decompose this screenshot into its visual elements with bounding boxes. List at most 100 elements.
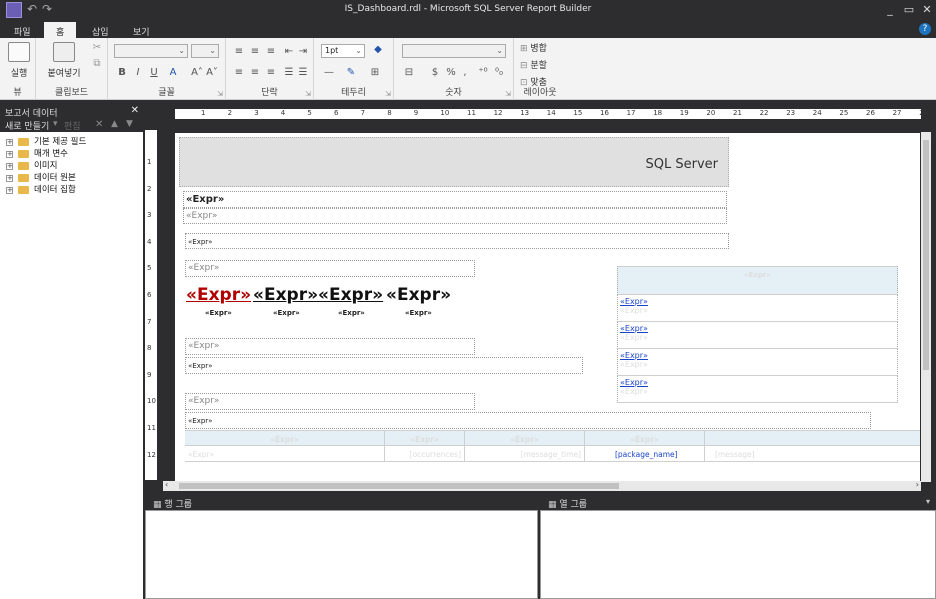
increase-decimal-icon[interactable]: ⁺⁰: [476, 67, 490, 78]
font-launcher-icon[interactable]: ⇲: [217, 90, 223, 98]
column-header[interactable]: «Expr»: [385, 431, 465, 447]
tab-view[interactable]: 보기: [121, 22, 162, 38]
scroll-left-icon[interactable]: ‹: [165, 480, 168, 489]
split-button[interactable]: ⊟ 분할: [520, 58, 547, 71]
tree-item-images[interactable]: + 이미지: [0, 160, 143, 172]
kpi-value-4[interactable]: «Expr»: [386, 285, 451, 305]
expr-textbox-6[interactable]: «Expr»: [185, 412, 871, 429]
number-format-combo[interactable]: ⌄: [402, 44, 506, 58]
row-groups-pane[interactable]: [145, 510, 538, 599]
maximize-button[interactable]: ▭: [902, 3, 916, 16]
side-table-link[interactable]: «Expr»: [620, 351, 895, 360]
expr-textbox-3[interactable]: «Expr»: [185, 338, 475, 355]
groups-dropdown-icon[interactable]: ▾: [926, 497, 930, 506]
column-header[interactable]: «Expr»: [585, 431, 705, 447]
table-cell[interactable]: «Expr»: [185, 446, 385, 462]
help-icon[interactable]: ?: [919, 23, 931, 35]
side-table-row[interactable]: «Expr» «Expr»: [617, 322, 898, 349]
borders-icon[interactable]: ⊞: [368, 67, 382, 78]
new-button[interactable]: 새로 만들기: [5, 119, 49, 132]
title-expr-textbox[interactable]: «Expr»: [183, 191, 727, 208]
tab-insert[interactable]: 삽입: [80, 22, 121, 38]
comma-button[interactable]: ,: [458, 67, 472, 78]
fill-color-icon[interactable]: ◆: [371, 44, 385, 55]
kpi-label-4[interactable]: «Expr»: [405, 309, 432, 317]
expr-textbox-1[interactable]: «Expr»: [185, 233, 729, 249]
numbering-icon[interactable]: ☰: [296, 67, 310, 78]
number-launcher-icon[interactable]: ⇲: [505, 90, 511, 98]
expand-icon[interactable]: +: [6, 175, 13, 182]
side-table-link[interactable]: «Expr»: [620, 378, 895, 387]
expr-textbox-2[interactable]: «Expr»: [185, 260, 475, 277]
align-middle-icon[interactable]: ≡: [248, 46, 262, 57]
side-table-header[interactable]: «Expr»: [617, 266, 898, 295]
tree-item-data-sources[interactable]: + 데이터 원본: [0, 172, 143, 184]
move-up-icon[interactable]: ▲: [111, 119, 118, 129]
new-dropdown-icon[interactable]: ▾: [53, 119, 58, 129]
side-table-row[interactable]: «Expr» «Expr»: [617, 349, 898, 376]
tree-item-datasets[interactable]: + 데이터 집합: [0, 184, 143, 196]
column-header[interactable]: «Expr»: [465, 431, 585, 447]
edit-button[interactable]: 편집: [64, 119, 81, 132]
side-table-row[interactable]: «Expr» «Expr»: [617, 295, 898, 322]
align-bottom-icon[interactable]: ≡: [264, 46, 278, 57]
align-center-icon[interactable]: ≡: [248, 67, 262, 78]
kpi-value-2[interactable]: «Expr»: [253, 285, 318, 305]
copy-icon[interactable]: ⧉: [90, 58, 104, 69]
italic-button[interactable]: I: [131, 67, 145, 78]
subtitle-expr-textbox[interactable]: «Expr»: [183, 208, 727, 224]
side-table-link[interactable]: «Expr»: [620, 324, 895, 333]
grow-font-button[interactable]: A˄: [190, 67, 204, 78]
column-groups-pane[interactable]: [540, 510, 936, 599]
vertical-scrollbar[interactable]: [921, 132, 931, 482]
kpi-label-3[interactable]: «Expr»: [338, 309, 365, 317]
paste-button[interactable]: 붙여넣기: [44, 42, 84, 79]
decrease-decimal-icon[interactable]: ⁰₀: [492, 67, 506, 78]
percent-button[interactable]: %: [444, 67, 458, 78]
table-cell[interactable]: [message]: [705, 446, 920, 462]
underline-button[interactable]: U: [147, 67, 161, 78]
paragraph-launcher-icon[interactable]: ⇲: [305, 90, 311, 98]
border-size-combo[interactable]: 1pt ⌄: [321, 44, 365, 58]
indent-increase-icon[interactable]: ⇥: [296, 46, 310, 57]
run-button[interactable]: 실행: [6, 42, 32, 79]
side-table-row[interactable]: «Expr» «Expr»: [617, 376, 898, 403]
messages-table-row[interactable]: «Expr» [occurrences] [message_time] [pac…: [185, 446, 920, 462]
scroll-right-icon[interactable]: ›: [916, 480, 919, 489]
cut-icon[interactable]: ✂: [90, 42, 104, 53]
expand-icon[interactable]: +: [6, 139, 13, 146]
delete-icon[interactable]: ✕: [95, 119, 103, 130]
expr-textbox-5[interactable]: «Expr»: [185, 393, 475, 410]
table-cell[interactable]: [occurrences]: [385, 446, 465, 462]
scrollbar-thumb[interactable]: [923, 140, 929, 370]
table-cell[interactable]: [message_time]: [465, 446, 585, 462]
align-right-icon[interactable]: ≡: [264, 67, 278, 78]
tab-home[interactable]: 홈: [44, 22, 77, 38]
currency-button[interactable]: $: [428, 67, 442, 78]
expand-icon[interactable]: +: [6, 163, 13, 170]
report-body[interactable]: SQL Server «Expr» «Expr» «Expr» «Expr» «…: [175, 133, 920, 481]
tab-file[interactable]: 파일: [2, 22, 43, 38]
side-table-link[interactable]: «Expr»: [620, 297, 895, 306]
kpi-value-1[interactable]: «Expr»: [186, 285, 251, 305]
font-name-combo[interactable]: ⌄: [114, 44, 188, 58]
border-launcher-icon[interactable]: ⇲: [385, 90, 391, 98]
column-header[interactable]: [705, 431, 920, 447]
report-header-box[interactable]: SQL Server: [179, 137, 729, 187]
scrollbar-thumb[interactable]: [179, 483, 619, 489]
move-down-icon[interactable]: ▼: [126, 119, 133, 129]
align-left-icon[interactable]: ≡: [232, 67, 246, 78]
kpi-value-3[interactable]: «Expr»: [318, 285, 383, 305]
close-pane-icon[interactable]: ✕: [131, 105, 139, 116]
border-color-icon[interactable]: ✎: [344, 67, 358, 78]
close-button[interactable]: ✕: [920, 3, 934, 16]
merge-button[interactable]: ⊞ 병합: [520, 41, 547, 54]
kpi-label-1[interactable]: «Expr»: [205, 309, 232, 317]
minimize-button[interactable]: _: [883, 3, 897, 16]
expand-icon[interactable]: +: [6, 187, 13, 194]
indent-decrease-icon[interactable]: ⇤: [282, 46, 296, 57]
tree-item-parameters[interactable]: + 매개 변수: [0, 148, 143, 160]
bold-button[interactable]: B: [115, 67, 129, 78]
expr-textbox-4[interactable]: «Expr»: [185, 357, 583, 374]
column-header[interactable]: «Expr»: [185, 431, 385, 447]
